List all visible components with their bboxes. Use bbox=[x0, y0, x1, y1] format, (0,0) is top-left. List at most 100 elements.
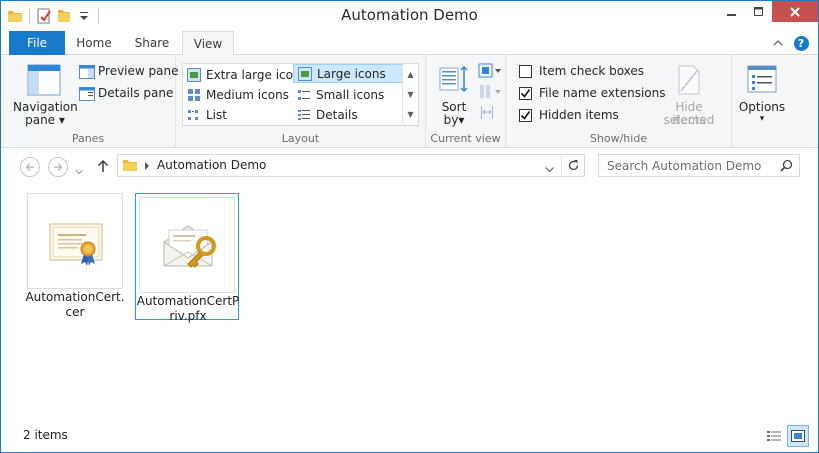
layout-medium-icons[interactable]: Medium icons bbox=[183, 85, 293, 104]
details-pane-label: Details pane bbox=[98, 86, 174, 100]
file-list-view: AutomationCert. cer AutomationCertP riv.… bbox=[1, 184, 818, 420]
close-button[interactable] bbox=[772, 1, 818, 22]
preview-pane-label: Preview pane bbox=[98, 64, 179, 78]
address-divider bbox=[561, 155, 562, 176]
tab-file[interactable]: File bbox=[9, 31, 65, 55]
preview-pane-button[interactable]: Preview pane bbox=[79, 63, 178, 83]
sort-by-button[interactable]: Sort by▾ bbox=[434, 59, 474, 129]
details-view-toggle[interactable] bbox=[763, 425, 785, 447]
details-icon bbox=[297, 108, 311, 122]
help-button[interactable]: ? bbox=[792, 34, 810, 52]
help-icon: ? bbox=[793, 35, 809, 51]
file-item[interactable]: AutomationCert. cer bbox=[25, 193, 131, 320]
large-icons-icon bbox=[298, 66, 312, 81]
options-dropdown-icon: ▾ bbox=[759, 114, 765, 124]
up-arrow-icon bbox=[97, 159, 109, 172]
medium-icons-icon bbox=[187, 88, 201, 102]
gallery-more-icon[interactable]: ▼ bbox=[403, 104, 418, 124]
details-view-icon bbox=[767, 431, 781, 441]
search-input[interactable] bbox=[607, 158, 777, 174]
large-icons-view-toggle[interactable] bbox=[787, 425, 809, 447]
minimize-button[interactable] bbox=[718, 1, 745, 22]
details-label: Details bbox=[316, 107, 358, 122]
up-button[interactable] bbox=[97, 159, 109, 176]
item-check-boxes-label: Item check boxes bbox=[539, 64, 645, 78]
title-bar: Automation Demo bbox=[1, 1, 818, 31]
file-name-extensions-toggle[interactable]: File name extensions bbox=[519, 85, 666, 103]
certificate-icon bbox=[49, 223, 103, 266]
back-arrow-icon bbox=[25, 163, 34, 171]
navigation-pane-button[interactable]: Navigation pane ▾ bbox=[13, 59, 78, 127]
collapse-ribbon-icon[interactable] bbox=[771, 34, 785, 52]
medium-icons-label: Medium icons bbox=[206, 87, 289, 102]
refresh-icon[interactable] bbox=[567, 159, 580, 175]
file-name-line-1: AutomationCert. bbox=[25, 290, 125, 304]
tab-view[interactable]: View bbox=[182, 31, 234, 56]
navigation-pane-icon bbox=[27, 63, 61, 100]
sort-by-icon bbox=[438, 64, 470, 97]
layout-details[interactable]: Details bbox=[293, 105, 403, 124]
status-bar: 2 items bbox=[1, 421, 818, 452]
file-name-label: AutomationCert. cer bbox=[23, 290, 127, 320]
group-current-view: Sort by▾ Current view bbox=[426, 55, 506, 148]
tab-home[interactable]: Home bbox=[65, 31, 123, 55]
address-bar[interactable]: Automation Demo bbox=[117, 154, 585, 177]
back-button[interactable] bbox=[20, 157, 40, 177]
hide-selected-items-icon bbox=[677, 65, 701, 98]
group-by-icon bbox=[478, 63, 501, 78]
recent-locations-icon[interactable] bbox=[75, 164, 83, 178]
file-thumbnail bbox=[139, 197, 235, 293]
hidden-items-checkbox[interactable] bbox=[519, 109, 532, 122]
private-key-envelope-icon bbox=[163, 225, 216, 268]
hide-selected-items-button[interactable]: Hide selected items bbox=[653, 59, 725, 129]
layout-list[interactable]: List bbox=[183, 105, 293, 124]
folder-icon bbox=[122, 157, 138, 176]
extra-large-icons-label: Extra large icons bbox=[206, 67, 307, 82]
window-controls bbox=[718, 1, 818, 22]
layout-large-icons[interactable]: Large icons bbox=[293, 64, 403, 83]
options-icon bbox=[746, 64, 778, 97]
file-name-extensions-checkbox[interactable] bbox=[519, 87, 532, 100]
gallery-scroll-up-icon[interactable]: ▲ bbox=[403, 64, 418, 84]
size-columns-button[interactable] bbox=[478, 105, 502, 121]
extra-large-icons-icon bbox=[187, 67, 201, 82]
group-by-button[interactable] bbox=[478, 63, 502, 79]
layout-extra-large-icons[interactable]: Extra large icons bbox=[183, 65, 307, 84]
file-thumbnail bbox=[27, 193, 123, 289]
file-name-label: AutomationCertP riv.pfx bbox=[136, 294, 240, 324]
forward-button[interactable] bbox=[48, 157, 68, 177]
layout-gallery-scroll: ▲ ▼ ▼ bbox=[402, 64, 418, 125]
gallery-scroll-down-icon[interactable]: ▼ bbox=[403, 84, 418, 104]
ribbon-tabs: File Home Share View ? bbox=[1, 31, 818, 56]
list-label: List bbox=[206, 107, 227, 122]
breadcrumb-current-folder[interactable]: Automation Demo bbox=[157, 158, 266, 172]
options-button[interactable]: Options ▾ bbox=[736, 59, 788, 129]
add-columns-button[interactable] bbox=[478, 84, 502, 100]
layout-small-icons[interactable]: Small icons bbox=[293, 85, 403, 104]
small-icons-label: Small icons bbox=[316, 87, 385, 102]
search-icon[interactable] bbox=[780, 159, 793, 175]
details-pane-button[interactable]: Details pane bbox=[79, 85, 174, 103]
file-item-selected[interactable]: AutomationCertP riv.pfx bbox=[135, 193, 239, 323]
group-label-layout: Layout bbox=[281, 132, 320, 145]
window-title: Automation Demo bbox=[341, 6, 478, 24]
layout-gallery: Extra large icons Large icons Medium ico… bbox=[182, 63, 419, 126]
tab-share[interactable]: Share bbox=[123, 31, 181, 55]
list-icon bbox=[187, 108, 201, 122]
item-check-boxes-toggle[interactable]: Item check boxes bbox=[519, 63, 654, 81]
file-name-extensions-label: File name extensions bbox=[539, 86, 666, 100]
navigation-pane-label-2: pane ▾ bbox=[25, 113, 65, 127]
breadcrumb-chevron-icon[interactable] bbox=[144, 160, 150, 174]
item-check-boxes-checkbox[interactable] bbox=[519, 65, 532, 78]
hide-selected-items-label-2: items bbox=[672, 113, 706, 127]
sort-by-label-2: by▾ bbox=[443, 113, 465, 127]
maximize-button[interactable] bbox=[745, 1, 772, 22]
large-icons-view-icon bbox=[791, 430, 805, 442]
hidden-items-toggle[interactable]: Hidden items bbox=[519, 107, 654, 125]
preview-pane-icon bbox=[79, 64, 95, 83]
file-name-line-2: riv.pfx bbox=[169, 309, 207, 323]
address-dropdown-icon[interactable] bbox=[545, 162, 554, 176]
group-show-hide: Item check boxes File name extensions Hi… bbox=[506, 55, 732, 148]
checkmark-icon bbox=[520, 89, 531, 98]
search-box[interactable] bbox=[598, 154, 800, 177]
